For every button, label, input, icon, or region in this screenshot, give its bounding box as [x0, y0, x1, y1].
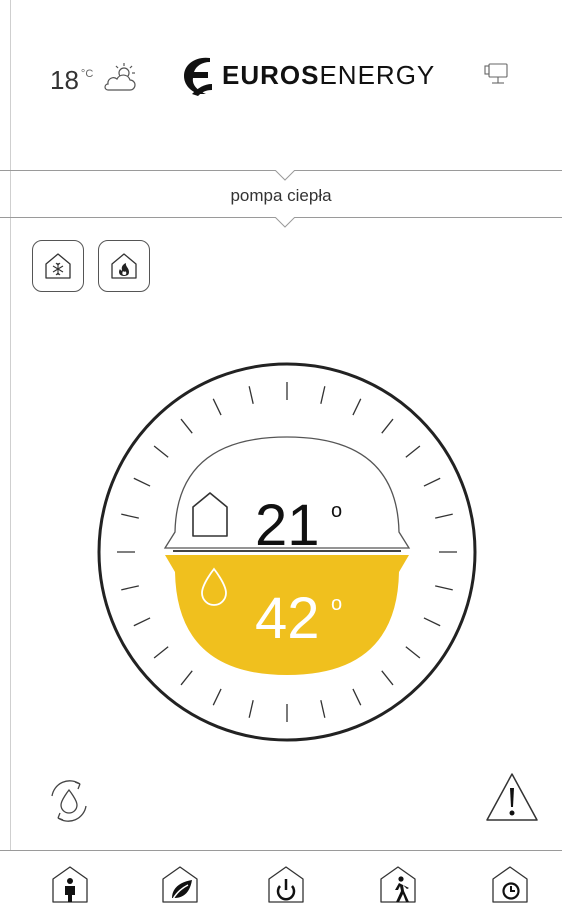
- heating-mode-button[interactable]: [98, 240, 150, 292]
- brand-name: EUROSENERGY: [222, 60, 435, 91]
- outdoor-temperature: 18: [50, 65, 79, 95]
- partly-cloudy-icon: [104, 63, 136, 91]
- water-temperature-unit: o: [331, 593, 342, 615]
- euros-logo-mark: [184, 57, 212, 96]
- presence-house-icon[interactable]: [50, 864, 90, 904]
- bottom-nav: [0, 850, 562, 909]
- power-house-icon[interactable]: [266, 864, 306, 904]
- mode-title[interactable]: pompa ciepła: [0, 186, 562, 206]
- brand-bold: EUROS: [222, 59, 320, 90]
- schedule-house-icon[interactable]: [490, 864, 530, 904]
- notch-down: [274, 170, 296, 181]
- water-circulation-icon[interactable]: [42, 774, 96, 828]
- monitor-icon[interactable]: [483, 62, 511, 88]
- temperature-unit: °C: [80, 68, 94, 80]
- away-house-icon[interactable]: [378, 864, 418, 904]
- brand-regular: ENERGY: [319, 59, 436, 90]
- warning-icon[interactable]: [484, 770, 540, 826]
- weather-widget: 18 °C: [50, 60, 93, 100]
- temperature-dial[interactable]: 21 o 42 o: [97, 357, 477, 747]
- flame-house-icon: [111, 253, 137, 279]
- room-temperature-unit: o: [331, 500, 342, 522]
- brand-logo: EUROSENERGY: [180, 54, 435, 96]
- room-temperature: 21: [255, 493, 320, 558]
- cooling-mode-button[interactable]: [32, 240, 84, 292]
- notch-down-2: [274, 217, 296, 228]
- header: 18 °C EUROSENERGY: [0, 0, 562, 170]
- snowflake-house-icon: [45, 253, 71, 279]
- eco-house-icon[interactable]: [160, 864, 200, 904]
- water-temperature: 42: [255, 586, 320, 651]
